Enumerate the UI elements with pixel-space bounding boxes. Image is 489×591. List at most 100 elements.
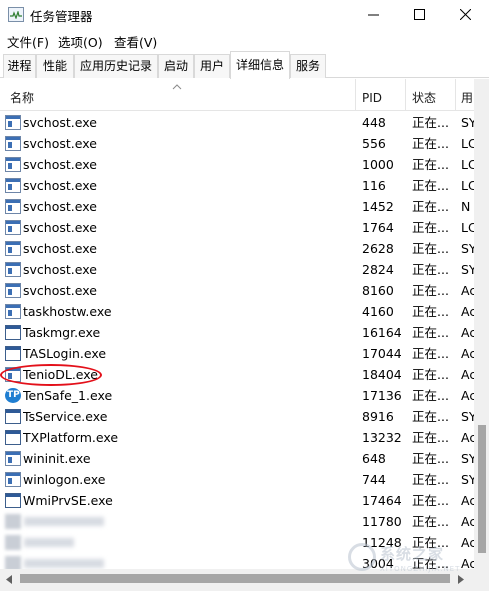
service-icon	[5, 283, 21, 298]
service-icon	[5, 178, 21, 193]
process-pid: 2824	[362, 262, 394, 277]
process-name: TASLogin.exe	[23, 346, 107, 361]
process-pid: 1764	[362, 220, 394, 235]
process-user: Ac	[461, 514, 474, 529]
process-name: wininit.exe	[23, 451, 91, 466]
service-icon	[5, 115, 21, 130]
close-button[interactable]	[443, 0, 489, 29]
column-header-name[interactable]: 名称	[4, 79, 354, 111]
scroll-left-arrow-icon[interactable]	[6, 575, 12, 584]
menu-bar: 文件(F) 选项(O) 查看(V)	[0, 29, 489, 51]
process-user: N	[461, 199, 471, 214]
process-name: winlogon.exe	[23, 472, 106, 487]
tab-details[interactable]: 详细信息	[230, 51, 290, 79]
table-row[interactable]: wininit.exe 648 正在... SY	[0, 448, 474, 469]
blurred-icon	[5, 514, 21, 529]
service-icon	[5, 451, 21, 466]
table-header: 名称 PID 状态 用	[0, 79, 489, 111]
process-pid: 13232	[362, 430, 402, 445]
table-row[interactable]: svchost.exe 448 正在... SY	[0, 112, 474, 133]
window-icon	[5, 430, 21, 445]
process-status: 正在...	[412, 514, 449, 529]
tab-performance[interactable]: 性能	[36, 54, 74, 78]
service-icon	[5, 136, 21, 151]
process-name: TsService.exe	[23, 409, 108, 424]
tab-startup[interactable]: 启动	[158, 54, 194, 78]
tab-app-history[interactable]: 应用历史记录	[74, 54, 158, 78]
process-status: 正在...	[412, 304, 449, 319]
table-row[interactable]: 11780 正在... Ac	[0, 511, 474, 532]
process-pid: 16164	[362, 325, 402, 340]
column-header-status[interactable]: 状态	[406, 79, 454, 111]
vertical-scrollbar[interactable]	[474, 79, 489, 569]
highlight-ellipse	[0, 364, 102, 386]
table-row[interactable]: svchost.exe 2628 正在... SY	[0, 238, 474, 259]
menu-file[interactable]: 文件(F)	[7, 32, 49, 51]
table-row[interactable]: WmiPrvSE.exe 17464 正在... Ac	[0, 490, 474, 511]
tab-processes[interactable]: 进程	[3, 54, 36, 78]
table-row[interactable]: TXPlatform.exe 13232 正在... Ac	[0, 427, 474, 448]
maximize-icon	[414, 9, 425, 20]
process-name: svchost.exe	[23, 241, 97, 256]
process-pid: 448	[362, 115, 386, 130]
process-pid: 4160	[362, 304, 394, 319]
process-status: 正在...	[412, 472, 449, 487]
process-user: SY	[461, 472, 474, 487]
wmi-icon	[5, 493, 21, 508]
process-status: 正在...	[412, 493, 449, 508]
process-user: Ac	[461, 304, 474, 319]
table-row[interactable]: svchost.exe 2824 正在... SY	[0, 259, 474, 280]
window-icon	[5, 346, 21, 361]
process-status: 正在...	[412, 262, 449, 277]
window-title: 任务管理器	[30, 9, 93, 24]
process-status: 正在...	[412, 241, 449, 256]
process-pid: 1452	[362, 199, 394, 214]
process-pid: 556	[362, 136, 386, 151]
table-row[interactable]: svchost.exe 8160 正在... Ac	[0, 280, 474, 301]
process-pid: 17464	[362, 493, 402, 508]
vertical-scroll-thumb[interactable]	[478, 425, 486, 553]
process-status: 正在...	[412, 388, 449, 403]
process-status: 正在...	[412, 157, 449, 172]
process-user: Ac	[461, 430, 474, 445]
process-user: SY	[461, 451, 474, 466]
table-row[interactable]: TsService.exe 8916 正在... SY	[0, 406, 474, 427]
process-user: SY	[461, 409, 474, 424]
maximize-button[interactable]	[397, 0, 443, 29]
tab-users[interactable]: 用户	[194, 54, 230, 78]
process-user: LC	[461, 136, 474, 151]
menu-view[interactable]: 查看(V)	[114, 32, 157, 51]
table-row[interactable]: TP TenSafe_1.exe 17136 正在... Ac	[0, 385, 474, 406]
close-icon	[460, 9, 471, 20]
table-row[interactable]: Taskmgr.exe 16164 正在... Ac	[0, 322, 474, 343]
service-icon	[5, 220, 21, 235]
menu-options[interactable]: 选项(O)	[58, 32, 103, 51]
process-user: LC	[461, 157, 474, 172]
column-header-pid[interactable]: PID	[356, 79, 404, 111]
table-row[interactable]: svchost.exe 1452 正在... N	[0, 196, 474, 217]
process-name: svchost.exe	[23, 157, 97, 172]
table-row[interactable]: winlogon.exe 744 正在... SY	[0, 469, 474, 490]
process-user: Ac	[461, 283, 474, 298]
blurred-process-name	[24, 538, 74, 547]
process-user: LC	[461, 220, 474, 235]
table-row[interactable]: TASLogin.exe 17044 正在... Ac	[0, 343, 474, 364]
table-row[interactable]: svchost.exe 556 正在... LC	[0, 133, 474, 154]
table-row[interactable]: svchost.exe 116 正在... LC	[0, 175, 474, 196]
process-status: 正在...	[412, 367, 449, 382]
window-icon	[5, 409, 21, 424]
table-row[interactable]: taskhostw.exe 4160 正在... Ac	[0, 301, 474, 322]
process-pid: 744	[362, 472, 386, 487]
table-row[interactable]: svchost.exe 1000 正在... LC	[0, 154, 474, 175]
process-pid: 11780	[362, 514, 402, 529]
process-pid: 1000	[362, 157, 394, 172]
process-user: Ac	[461, 367, 474, 382]
taskmgr-icon	[5, 325, 21, 340]
tab-services[interactable]: 服务	[290, 54, 326, 78]
table-row[interactable]: svchost.exe 1764 正在... LC	[0, 217, 474, 238]
title-bar: 任务管理器	[0, 0, 489, 29]
column-header-user[interactable]: 用	[455, 79, 475, 111]
blurred-icon	[5, 535, 21, 550]
process-name: TXPlatform.exe	[23, 430, 119, 445]
minimize-button[interactable]	[351, 0, 397, 29]
